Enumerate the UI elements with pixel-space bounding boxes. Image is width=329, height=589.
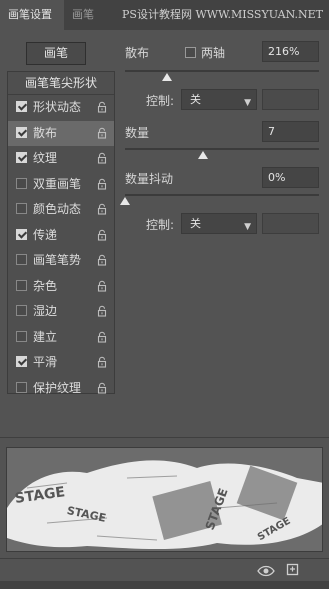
option-label: 形状动态 bbox=[33, 100, 82, 114]
jitter-control-value: 关 bbox=[190, 217, 201, 230]
both-axes-label: 两轴 bbox=[201, 46, 226, 60]
count-slider-thumb[interactable] bbox=[197, 151, 208, 159]
option-label: 颜色动态 bbox=[33, 202, 82, 216]
tab-brush[interactable]: 画笔 bbox=[64, 0, 108, 30]
scatter-control-extra-field bbox=[262, 89, 319, 110]
option-checkbox[interactable] bbox=[16, 228, 27, 240]
brush-preview-canvas: STAGE STAGE STAGE STAGE bbox=[7, 460, 322, 549]
scatter-slider-thumb[interactable] bbox=[161, 73, 172, 81]
both-axes-checkbox[interactable] bbox=[185, 47, 196, 58]
brush-presets-button[interactable]: 画笔 bbox=[26, 42, 86, 65]
count-jitter-value-field[interactable]: 0% bbox=[262, 167, 319, 188]
scatter-control-label: 控制: bbox=[146, 94, 175, 108]
option-label: 湿边 bbox=[33, 304, 58, 318]
panel-tab-bar: 画笔设置 画笔 PS设计教程网 WWW.MISSYUAN.NET bbox=[0, 0, 329, 30]
count-jitter-slider-track[interactable] bbox=[125, 194, 319, 196]
option-label: 纹理 bbox=[33, 151, 58, 165]
brush-option-item[interactable]: 画笔笔势 bbox=[8, 248, 114, 273]
jitter-control-label: 控制: bbox=[146, 218, 175, 232]
chevron-down-icon: ▼ bbox=[244, 98, 251, 108]
brush-option-item[interactable]: 平滑 bbox=[8, 350, 114, 375]
brush-option-item[interactable]: 双重画笔 bbox=[8, 172, 114, 197]
brush-option-item[interactable]: 保护纹理 bbox=[8, 376, 114, 401]
new-brush-preset-icon[interactable] bbox=[286, 563, 300, 577]
lock-icon[interactable] bbox=[96, 127, 108, 139]
panel-bottom-bar bbox=[0, 558, 329, 582]
count-jitter-label: 数量抖动 bbox=[125, 172, 174, 186]
option-checkbox[interactable] bbox=[16, 356, 27, 367]
option-checkbox[interactable] bbox=[16, 381, 27, 393]
option-label: 双重画笔 bbox=[33, 176, 82, 191]
lock-icon[interactable] bbox=[96, 305, 108, 317]
count-slider-track[interactable] bbox=[125, 148, 319, 150]
brush-tip-shape-item[interactable]: 画笔笔尖形状 bbox=[8, 72, 114, 95]
scatter-label: 散布 bbox=[125, 46, 150, 60]
brush-option-item[interactable]: 建立 bbox=[8, 325, 114, 350]
brush-option-item[interactable]: 湿边 bbox=[8, 299, 114, 324]
lock-icon[interactable] bbox=[96, 280, 108, 292]
option-checkbox[interactable] bbox=[16, 279, 27, 291]
preview-divider bbox=[0, 437, 329, 438]
option-checkbox[interactable] bbox=[16, 254, 27, 265]
lock-icon[interactable] bbox=[96, 152, 108, 164]
count-label: 数量 bbox=[125, 126, 150, 140]
option-checkbox[interactable] bbox=[16, 126, 27, 138]
option-checkbox[interactable] bbox=[16, 330, 27, 342]
option-label: 平滑 bbox=[33, 355, 58, 369]
brush-option-item[interactable]: 杂色 bbox=[8, 274, 114, 299]
brush-option-item[interactable]: 散布 bbox=[8, 120, 114, 146]
option-label: 散布 bbox=[33, 125, 58, 140]
count-jitter-slider-thumb[interactable] bbox=[120, 197, 130, 205]
lock-icon[interactable] bbox=[96, 229, 108, 241]
scatter-value-field[interactable]: 216% bbox=[262, 41, 319, 62]
lock-icon[interactable] bbox=[96, 331, 108, 343]
brush-option-item[interactable]: 纹理 bbox=[8, 146, 114, 171]
option-checkbox[interactable] bbox=[16, 305, 27, 316]
option-checkbox[interactable] bbox=[16, 203, 27, 214]
option-label: 传递 bbox=[33, 227, 58, 242]
scatter-slider-track[interactable] bbox=[125, 70, 319, 72]
lock-icon[interactable] bbox=[96, 178, 108, 190]
option-label: 画笔笔势 bbox=[33, 253, 82, 267]
jitter-control-select[interactable]: 关 ▼ bbox=[181, 213, 257, 234]
panel-resize-grip[interactable] bbox=[0, 581, 329, 589]
lock-icon[interactable] bbox=[96, 254, 108, 266]
count-value-field[interactable]: 7 bbox=[262, 121, 319, 142]
brush-option-item[interactable]: 颜色动态 bbox=[8, 197, 114, 222]
option-label: 建立 bbox=[33, 329, 58, 344]
tab-brush-settings[interactable]: 画笔设置 bbox=[0, 0, 64, 30]
scatter-control-value: 关 bbox=[190, 93, 201, 106]
option-label: 杂色 bbox=[33, 278, 58, 293]
chevron-down-icon: ▼ bbox=[244, 222, 251, 232]
lock-icon[interactable] bbox=[96, 101, 108, 113]
lock-icon[interactable] bbox=[96, 382, 108, 394]
brush-option-item[interactable]: 传递 bbox=[8, 223, 114, 248]
brush-stroke-preview: STAGE STAGE STAGE STAGE bbox=[6, 447, 323, 552]
jitter-control-extra-field bbox=[262, 213, 319, 234]
scatter-control-select[interactable]: 关 ▼ bbox=[181, 89, 257, 110]
option-checkbox[interactable] bbox=[16, 101, 27, 112]
watermark-text: PS设计教程网 WWW.MISSYUAN.NET bbox=[122, 8, 323, 21]
option-label: 保护纹理 bbox=[33, 380, 82, 395]
brush-option-item[interactable]: 形状动态 bbox=[8, 95, 114, 120]
option-checkbox[interactable] bbox=[16, 152, 27, 163]
toggle-preview-eye-icon[interactable] bbox=[256, 564, 276, 578]
lock-icon[interactable] bbox=[96, 203, 108, 215]
option-checkbox[interactable] bbox=[16, 177, 27, 189]
lock-icon[interactable] bbox=[96, 356, 108, 368]
